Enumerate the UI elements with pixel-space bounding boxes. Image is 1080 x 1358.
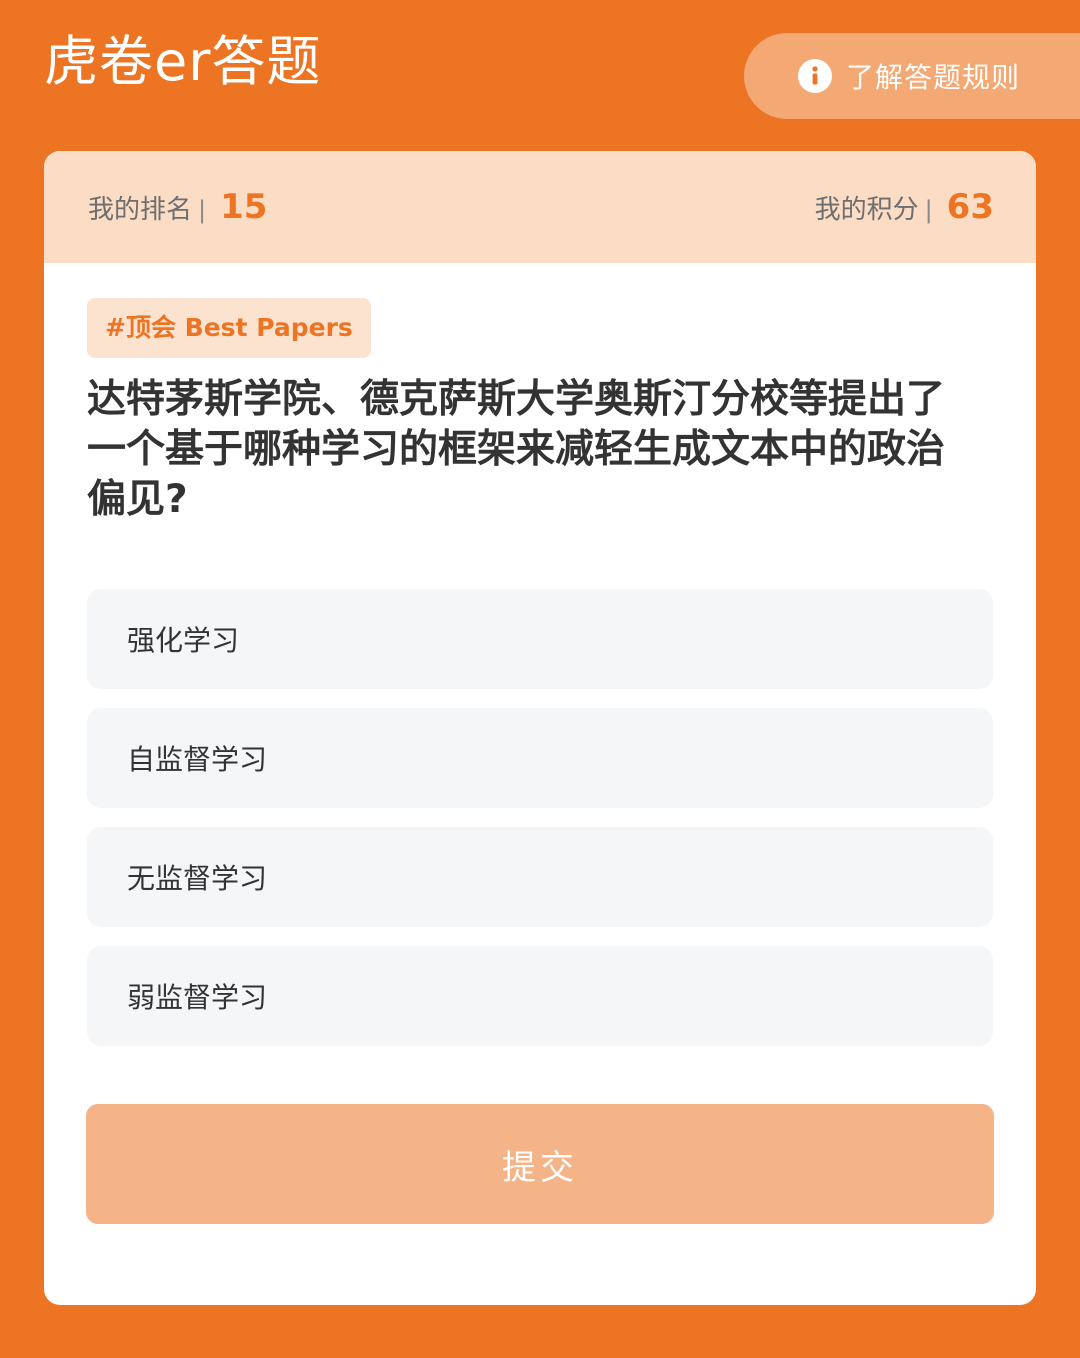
score-stat: 我的积分 | 63 [815,187,994,227]
stats-bar: 我的排名 | 15 我的积分 | 63 [44,151,1036,263]
score-label: 我的积分 [814,195,919,225]
rank-stat: 我的排名 | 15 [88,187,267,227]
score-value: 63 [946,187,994,227]
option-a[interactable]: 强化学习 [87,589,993,689]
option-b[interactable]: 自监督学习 [87,708,993,808]
rules-label: 了解答题规则 [846,61,1021,94]
rank-label: 我的排名 [88,195,193,225]
topic-tag: #顶会 Best Papers [87,298,371,358]
rules-button[interactable]: 了解答题规则 [744,33,1080,119]
rank-separator: | [198,196,207,224]
app-title: 虎卷er答题 [44,30,322,93]
option-d[interactable]: 弱监督学习 [87,946,993,1046]
rank-value: 15 [220,187,268,227]
option-c[interactable]: 无监督学习 [87,827,993,927]
question-text: 达特茅斯学院、德克萨斯大学奥斯汀分校等提出了一个基于哪种学习的框架来减轻生成文本… [87,377,946,522]
submit-button[interactable]: 提交 [86,1104,994,1224]
quiz-card: 我的排名 | 15 我的积分 | 63 #顶会 Best Papers 达特茅斯… [44,151,1036,1305]
score-separator: | [924,196,933,224]
info-icon [798,59,832,93]
